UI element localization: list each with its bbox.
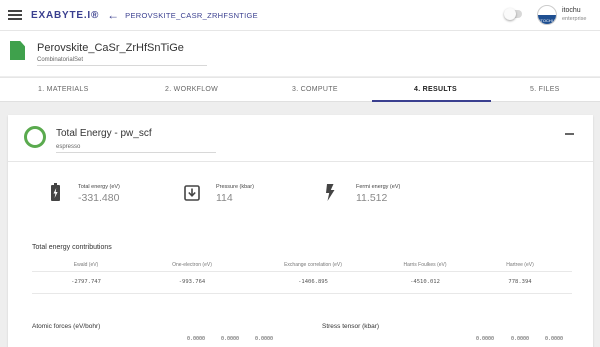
hamburger-menu-icon[interactable] — [8, 10, 22, 20]
tab-compute[interactable]: 3. COMPUTE — [292, 78, 338, 102]
fermi-energy-label: Fermi energy (eV) — [356, 184, 401, 190]
pressure-download-icon — [184, 185, 200, 201]
tab-results[interactable]: 4. RESULTS — [414, 78, 457, 102]
stress-value-y: 0.0000 — [511, 336, 530, 342]
force-value-y: 0.0000 — [221, 336, 240, 342]
col-header-one-electron: One-electron (eV) — [172, 262, 212, 268]
stress-value-z: 0.0000 — [545, 336, 564, 342]
tab-materials[interactable]: 1. MATERIALS — [38, 78, 89, 102]
fermi-energy-value: 11.512 — [356, 192, 388, 204]
user-name[interactable]: itochu — [562, 7, 581, 14]
job-subtitle: CombinatorialSet — [37, 57, 84, 63]
table-header-divider — [32, 271, 572, 272]
active-tab-indicator — [372, 100, 491, 102]
table-bottom-divider — [32, 293, 572, 294]
result-title: Total Energy - pw_scf — [56, 128, 152, 139]
col-header-harris-foulkes: Harris Foulkes (eV) — [403, 262, 447, 268]
total-energy-value: -331.480 — [78, 192, 120, 204]
result-panel: Total Energy - pw_scf espresso Total ene… — [8, 115, 593, 347]
lightning-bolt-icon — [326, 184, 335, 201]
avatar-logo-text: ITOCHU — [539, 18, 555, 23]
col-header-ewald: Ewald (eV) — [73, 262, 99, 268]
value-harris-foulkes: -4510.012 — [410, 279, 440, 285]
collapse-button[interactable] — [565, 133, 574, 135]
stress-tensor-heading: Stress tensor (kbar) — [322, 323, 380, 330]
job-title[interactable]: Perovskite_CaSr_ZrHfSnTiGe — [37, 42, 184, 54]
value-ewald: -2797.747 — [71, 279, 101, 285]
stress-value-x: 0.0000 — [476, 336, 495, 342]
job-tabs: 1. MATERIALS 2. WORKFLOW 3. COMPUTE 4. R… — [0, 77, 600, 102]
value-one-electron: -993.764 — [178, 279, 206, 285]
top-app-bar: EXABYTE.I® ← PEROVSKITE_CASR_ZRHFSNTIGE … — [0, 0, 600, 30]
total-energy-label: Total energy (eV) — [78, 184, 120, 190]
col-header-hartree: Hartree (eV) — [506, 262, 534, 268]
battery-icon — [51, 183, 60, 201]
file-icon — [10, 41, 25, 60]
pressure-value: 114 — [216, 192, 233, 204]
col-header-exchange-correlation: Exchange correlation (eV) — [284, 262, 342, 268]
tab-workflow[interactable]: 2. WORKFLOW — [165, 78, 218, 102]
back-arrow-icon[interactable]: ← — [107, 8, 119, 22]
value-hartree: 778.394 — [508, 279, 532, 285]
theme-toggle[interactable] — [504, 8, 522, 20]
tab-files[interactable]: 5. FILES — [530, 78, 560, 102]
user-avatar[interactable]: ITOCHU — [537, 5, 557, 25]
job-header: Perovskite_CaSr_ZrHfSnTiGe Combinatorial… — [0, 30, 600, 76]
exabyte-logo[interactable]: EXABYTE.I® — [31, 10, 99, 21]
value-exchange-correlation: -1406.895 — [298, 279, 328, 285]
panel-divider — [8, 161, 593, 162]
force-value-z: 0.0000 — [255, 336, 274, 342]
job-title-underline — [37, 65, 207, 66]
energy-contributions-heading: Total energy contributions — [32, 244, 112, 251]
breadcrumb-job-name: PEROVSKITE_CASR_ZRHFSNTIGE — [125, 10, 258, 20]
status-ring-icon — [24, 126, 46, 148]
result-title-underline — [56, 152, 216, 153]
user-role: enterprise — [562, 16, 587, 22]
atomic-forces-heading: Atomic forces (eV/bohr) — [32, 323, 101, 330]
force-value-x: 0.0000 — [187, 336, 206, 342]
result-subtitle: espresso — [56, 144, 81, 150]
pressure-label: Pressure (kbar) — [216, 184, 254, 190]
